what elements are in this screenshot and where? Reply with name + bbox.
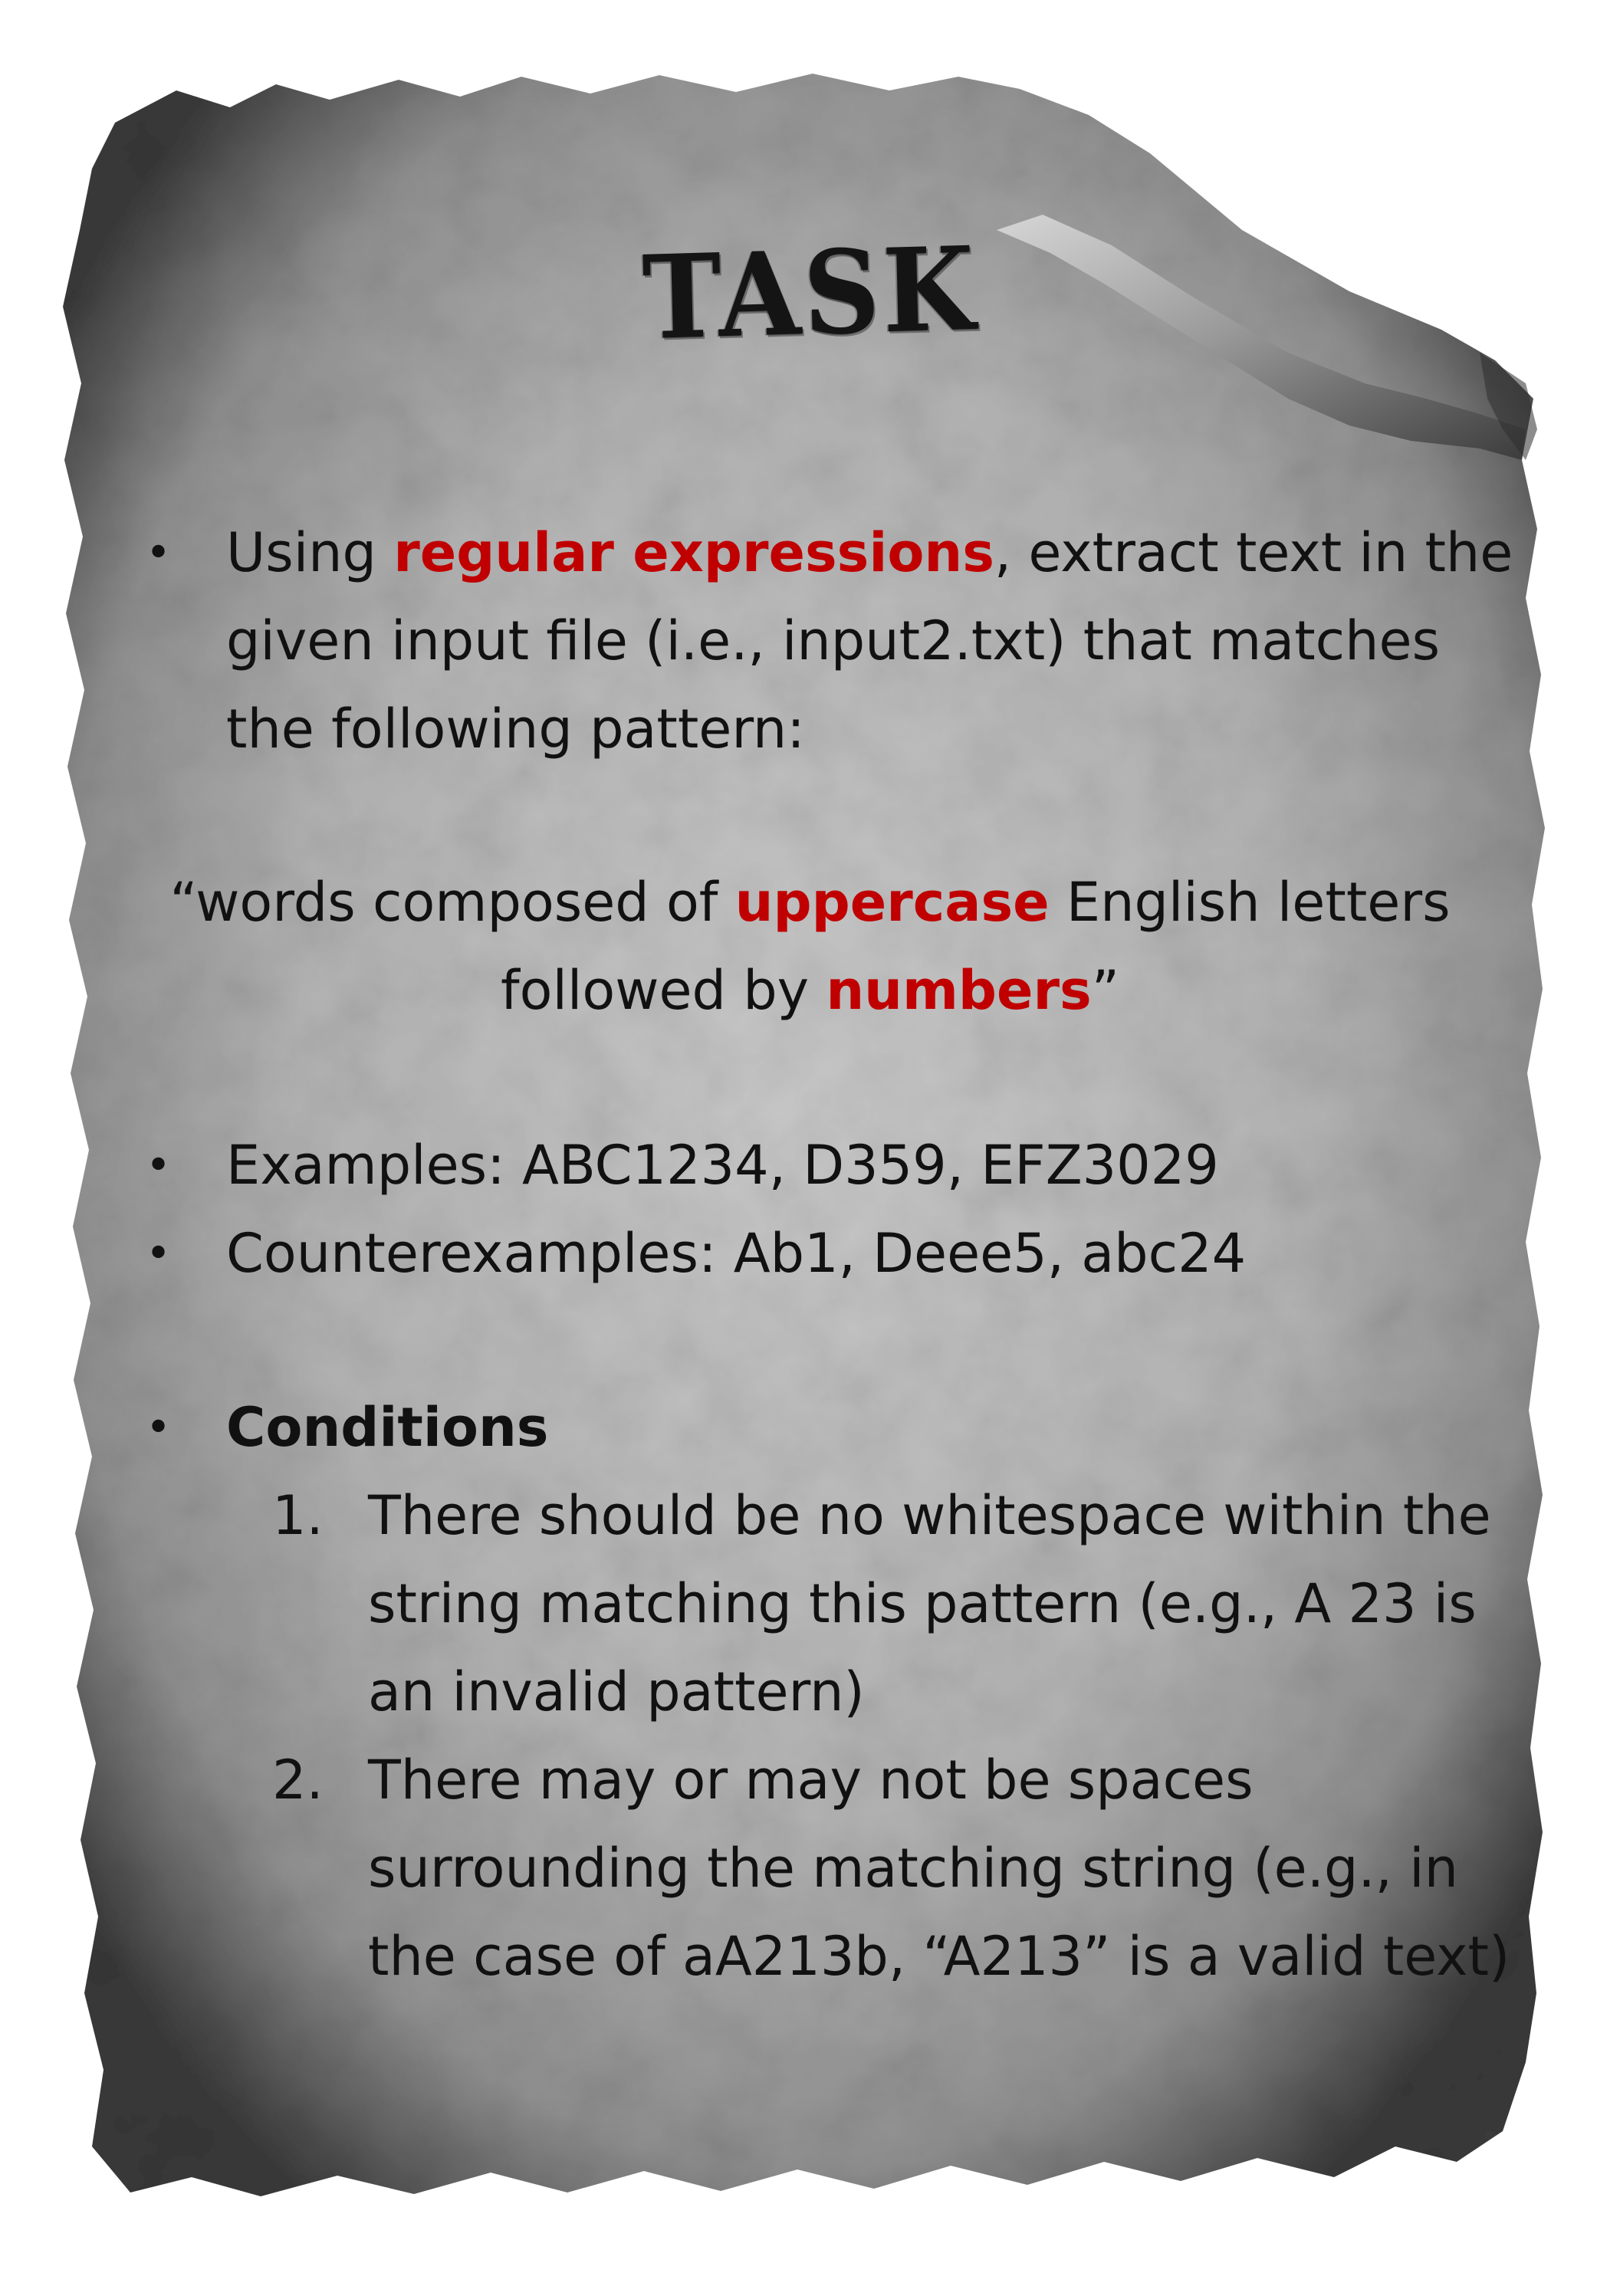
highlight-regular-expressions: regular expressions <box>393 521 994 584</box>
conditions-heading: Conditions <box>226 1396 549 1459</box>
pattern-line2-before: followed by <box>501 959 826 1022</box>
condition-number: 2. <box>272 1749 324 1812</box>
highlight-uppercase: uppercase <box>734 871 1050 934</box>
bullet-marker: • <box>146 1141 172 1191</box>
bullet1-line1: Using regular expressions, extract text … <box>226 509 1513 597</box>
bullet1-line3: the following pattern: <box>226 698 805 760</box>
condition1-line2: string matching this pattern (e.g., A 23… <box>368 1572 1477 1635</box>
pattern-line1-after: English letters <box>1049 871 1451 934</box>
condition1-line3: an invalid pattern) <box>368 1660 865 1723</box>
condition2-line2: surrounding the matching string (e.g., i… <box>368 1837 1458 1900</box>
bullet1-line2: given input file (i.e., input2.txt) that… <box>226 609 1441 672</box>
bullet1-line1-after: , extract text in the <box>994 521 1513 584</box>
pattern-line2: followed by numbers” <box>0 947 1620 1035</box>
condition2-line1: There may or may not be spaces <box>368 1749 1254 1812</box>
condition-number: 1. <box>272 1484 324 1547</box>
bullet-marker: • <box>146 1403 172 1453</box>
examples-text: Examples: ABC1234, D359, EFZ3029 <box>226 1134 1219 1197</box>
pattern-line1-before: “words composed of <box>169 871 735 934</box>
pattern-line1: “words composed of uppercase English let… <box>0 859 1620 947</box>
task-content: • Using regular expressions, extract tex… <box>0 0 1620 2296</box>
bullet-marker: • <box>146 528 172 578</box>
condition2-line3: the case of aA213b, “A213” is a valid te… <box>368 1925 1510 1988</box>
counterexamples-text: Counterexamples: Ab1, Deee5, abc24 <box>226 1222 1247 1285</box>
bullet1-line1-before: Using <box>226 521 394 584</box>
bullet-marker: • <box>146 1229 172 1279</box>
pattern-line2-after: ” <box>1091 959 1119 1022</box>
condition1-line1: There should be no whitespace within the <box>368 1484 1491 1547</box>
highlight-numbers: numbers <box>826 959 1092 1022</box>
